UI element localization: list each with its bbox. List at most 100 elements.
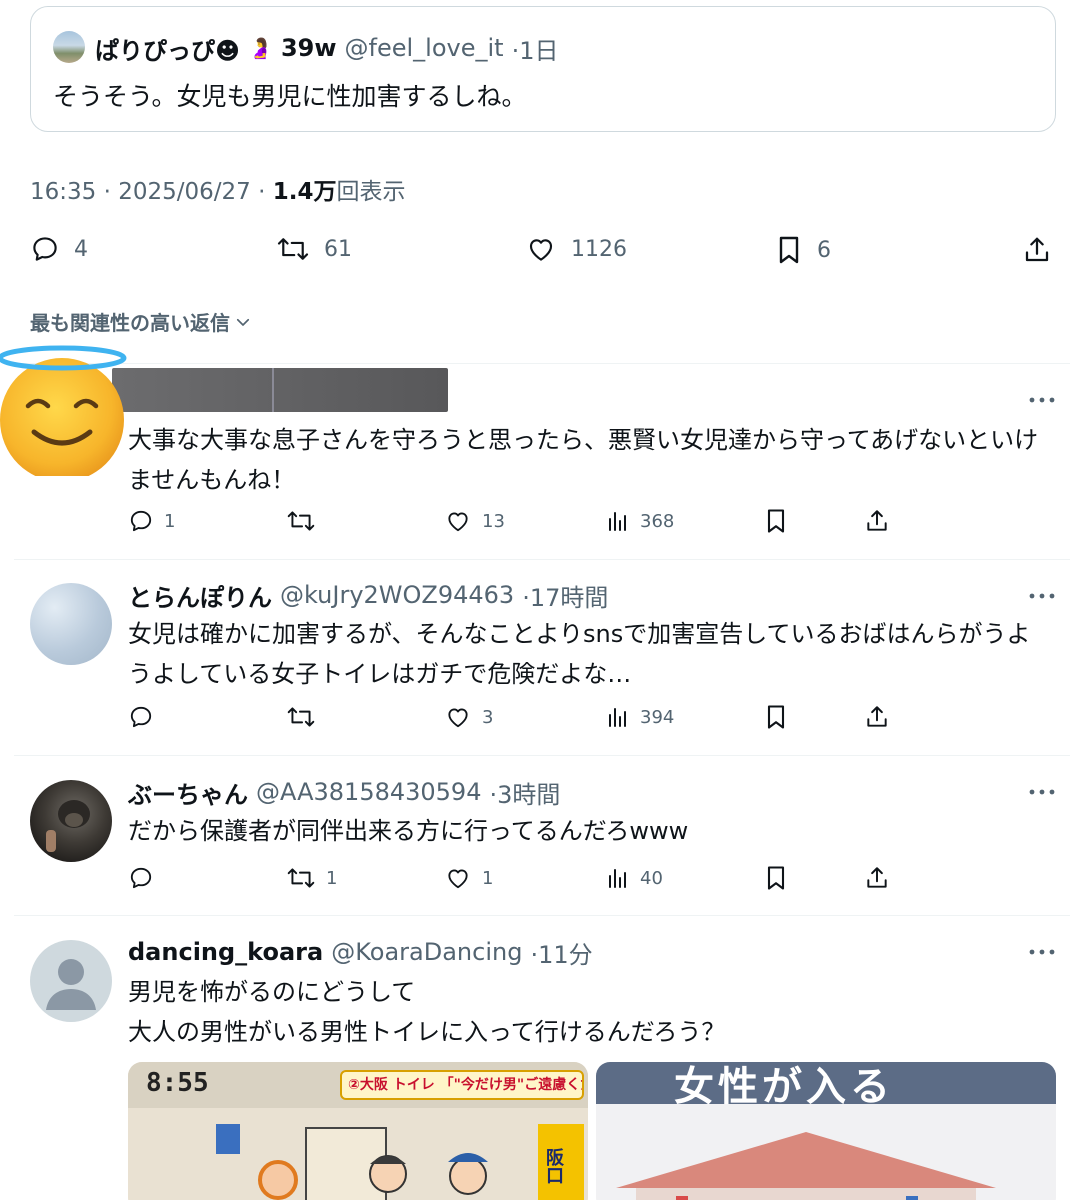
reply-text: だから保護者が同伴出来る方に行ってるんだろwww xyxy=(128,817,689,845)
heart-icon xyxy=(448,708,468,728)
reply-time: ·11分 xyxy=(530,940,593,969)
default-user-icon xyxy=(46,959,96,1010)
heart-icon xyxy=(448,512,468,532)
user-handle[interactable]: @kuJry2WOZ94463 xyxy=(280,581,514,609)
quoted-tweet-card[interactable]: ぱりぴっぴ☻ 🤰 39w @feel_love_it ·1日 そうそう。女児も男… xyxy=(30,6,1056,132)
reply-count: 1 xyxy=(164,510,176,532)
like-button[interactable]: 13 xyxy=(444,506,505,536)
retweet-button[interactable]: 61 xyxy=(276,234,352,264)
retweet-icon xyxy=(287,868,315,888)
poster-building-illustration xyxy=(616,1132,996,1200)
reply-text: 大事な大事な息子さんを守ろうと思ったら、悪賢い女児達から守ってあげないといけませ… xyxy=(128,426,1039,494)
like-button[interactable]: 1126 xyxy=(525,234,627,264)
quoted-user-avatar[interactable] xyxy=(53,31,85,63)
divider xyxy=(14,755,1070,756)
more-options-button[interactable] xyxy=(1022,586,1062,606)
reply-text: 女児は確かに加害するが、そんなことよりsnsで加害宣告しているおばはんらがうよう… xyxy=(128,620,1031,688)
chevron-down-icon xyxy=(236,318,250,326)
halo-smile-emoji-icon[interactable] xyxy=(0,344,128,476)
retweet-icon xyxy=(277,238,309,260)
reply-button[interactable]: 4 xyxy=(30,234,88,264)
more-horizontal-icon xyxy=(1029,949,1055,955)
more-horizontal-icon xyxy=(1029,593,1055,599)
share-button[interactable] xyxy=(864,863,890,893)
reply-header: ぶーちゃん @AA38158430594 ·3時間 xyxy=(128,775,560,809)
tweet-view-count: 1.4万 xyxy=(272,179,337,205)
redacted-divider xyxy=(272,368,274,412)
retweet-icon xyxy=(287,707,315,727)
bookmark-button[interactable]: 6 xyxy=(775,234,831,266)
divider xyxy=(14,915,1070,916)
user-avatar[interactable] xyxy=(30,583,112,665)
reply-sort-dropdown[interactable]: 最も関連性の高い返信 xyxy=(30,307,252,336)
tv-side-text: 阪口 xyxy=(543,1148,564,1184)
poster-title: 女性が入る xyxy=(674,1064,894,1110)
more-horizontal-icon xyxy=(1029,789,1055,795)
retweet-count: 61 xyxy=(324,236,352,262)
views-button[interactable]: 368 xyxy=(606,506,674,536)
like-button[interactable]: 1 xyxy=(444,863,493,893)
share-button[interactable] xyxy=(864,702,890,732)
tv-banner: ②大阪 トイレ 「"今だけ男"ご遠慮ください」 xyxy=(340,1070,584,1100)
more-options-button[interactable] xyxy=(1022,782,1062,802)
heart-icon xyxy=(529,239,553,261)
bookmark-count: 6 xyxy=(817,237,831,263)
reply-button[interactable]: 1 xyxy=(128,506,175,536)
retweet-button[interactable] xyxy=(286,506,326,536)
share-icon xyxy=(867,510,887,531)
reply-count: 4 xyxy=(74,236,88,262)
retweet-button[interactable] xyxy=(286,702,326,732)
share-button[interactable] xyxy=(1022,234,1052,266)
bookmark-icon xyxy=(767,705,785,729)
views-chart-icon xyxy=(609,708,626,727)
quoted-tweet-text: そうそう。女児も男児に性加害するしね。 xyxy=(53,82,527,111)
tweet-timestamp[interactable]: 16:35 · 2025/06/27 · xyxy=(30,179,273,205)
reply-time: ·17時間 xyxy=(522,583,609,612)
reply-image-tv[interactable]: 8:55 ②大阪 トイレ 「"今だけ男"ご遠慮ください」 阪口 xyxy=(128,1062,588,1200)
more-options-button[interactable] xyxy=(1022,390,1062,410)
user-handle[interactable]: @KoaraDancing xyxy=(331,938,522,966)
like-button[interactable]: 3 xyxy=(444,702,493,732)
views-button[interactable]: 40 xyxy=(606,863,663,893)
retweet-icon xyxy=(287,511,315,531)
default-avatar[interactable] xyxy=(30,940,112,1022)
reply-action-bar: 1 13 368 xyxy=(128,506,908,536)
quoted-tweet-header: ぱりぴっぴ☻ 🤰 39w @feel_love_it ·1日 xyxy=(95,31,558,65)
reply-icon xyxy=(130,867,152,889)
retweet-button[interactable]: 1 xyxy=(286,863,337,893)
reply-image-poster[interactable]: 女性が入る xyxy=(596,1062,1056,1200)
quoted-user-name[interactable]: ぱりぴっぴ☻ xyxy=(95,31,240,66)
reply-button[interactable] xyxy=(128,863,164,893)
views-chart-icon xyxy=(609,512,626,531)
more-horizontal-icon xyxy=(1029,397,1055,403)
views-chart-icon xyxy=(609,869,626,888)
like-count: 13 xyxy=(482,510,505,532)
divider xyxy=(14,363,1070,364)
user-avatar[interactable] xyxy=(30,780,112,862)
reply-header: dancing_koara @KoaraDancing ·11分 xyxy=(128,935,593,969)
bookmark-icon xyxy=(779,236,799,264)
pregnant-emoji-icon: 🤰 xyxy=(248,36,273,60)
bookmark-button[interactable] xyxy=(764,863,788,893)
quoted-user-name-suffix: 39w xyxy=(280,34,337,62)
bookmark-button[interactable] xyxy=(764,702,788,732)
user-name[interactable]: ぶーちゃん xyxy=(128,775,248,810)
quoted-user-handle[interactable]: @feel_love_it xyxy=(345,34,504,62)
tv-clock: 8:55 xyxy=(146,1068,209,1098)
reply-action-bar: 1 1 40 xyxy=(128,863,908,893)
heart-icon xyxy=(448,869,468,889)
share-button[interactable] xyxy=(864,506,890,536)
views-count: 40 xyxy=(640,867,663,889)
more-options-button[interactable] xyxy=(1022,942,1062,962)
user-name[interactable]: とらんぽりん xyxy=(128,578,272,613)
reply-icon xyxy=(33,237,57,261)
tweet-view-label: 回表示 xyxy=(336,179,406,205)
views-button[interactable]: 394 xyxy=(606,702,674,732)
reply-sort-label: 最も関連性の高い返信 xyxy=(30,311,230,335)
bookmark-button[interactable] xyxy=(764,506,788,536)
user-name[interactable]: dancing_koara xyxy=(128,938,323,966)
reply-button[interactable] xyxy=(128,702,164,732)
like-count: 1 xyxy=(482,867,494,889)
share-icon xyxy=(1025,237,1049,262)
user-handle[interactable]: @AA38158430594 xyxy=(256,778,481,806)
